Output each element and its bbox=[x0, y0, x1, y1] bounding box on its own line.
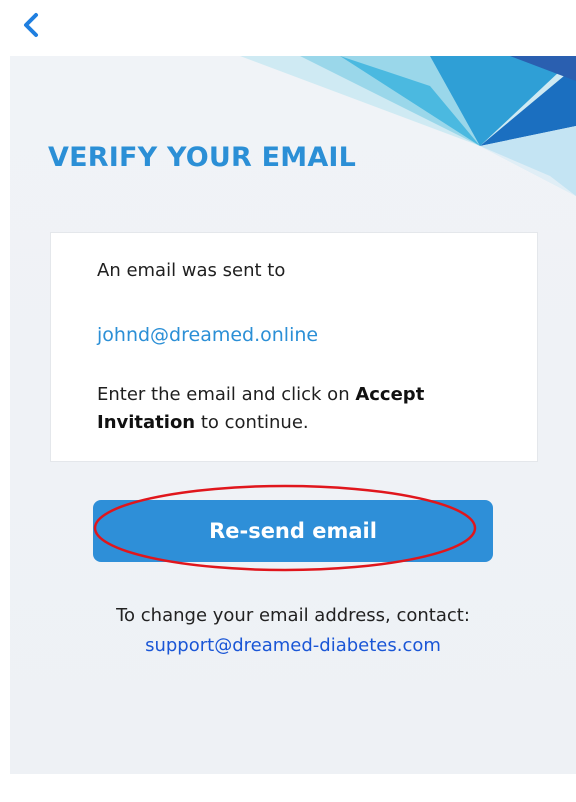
back-button[interactable] bbox=[14, 8, 50, 44]
instruction-after: to continue. bbox=[195, 412, 309, 433]
top-bar bbox=[0, 0, 576, 56]
change-email-text: To change your email address, contact: bbox=[116, 605, 470, 626]
instruction-text: Enter the email and click on Accept Invi… bbox=[97, 381, 497, 437]
resend-email-button[interactable]: Re-send email bbox=[93, 500, 493, 562]
verify-panel: VERIFY YOUR EMAIL An email was sent to j… bbox=[10, 56, 576, 774]
instruction-before: Enter the email and click on bbox=[97, 384, 356, 405]
info-card: An email was sent to johnd@dreamed.onlin… bbox=[50, 232, 538, 462]
chevron-left-icon bbox=[14, 8, 50, 44]
page-title: VERIFY YOUR EMAIL bbox=[48, 142, 357, 173]
email-sent-text: An email was sent to bbox=[97, 260, 286, 281]
sent-email-address: johnd@dreamed.online bbox=[97, 324, 319, 346]
support-email-link[interactable]: support@dreamed-diabetes.com bbox=[10, 632, 576, 660]
